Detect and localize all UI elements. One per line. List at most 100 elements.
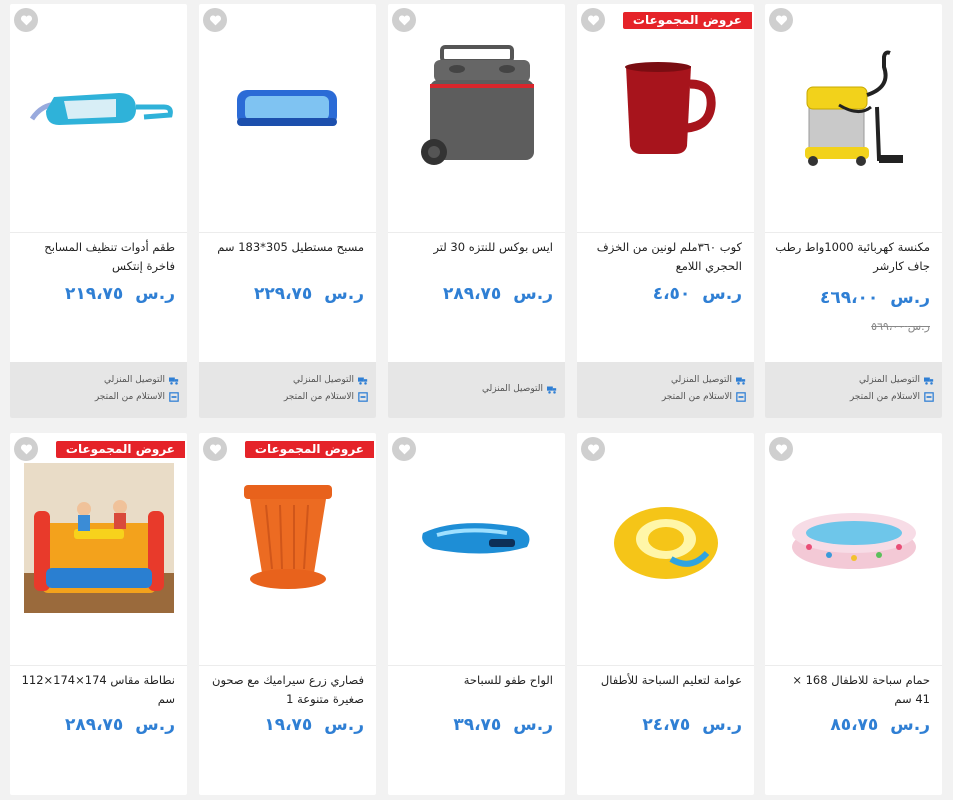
product-image[interactable] [388,4,565,214]
product-title[interactable]: عوامة لتعليم السباحة للأطفال [587,671,742,690]
fulfillment-options: التوصيل المنزلي الاستلام من المتجر [765,362,942,418]
truck-icon [358,377,368,385]
product-card[interactable]: مكنسة كهربائية 1000واط رطب جاف كارشر ر.س… [765,4,942,418]
product-title[interactable]: مكنسة كهربائية 1000واط رطب جاف كارشر [775,238,930,276]
favorite-heart-icon[interactable] [392,437,416,461]
price-value: ٢٨٩،٧٥ [442,284,502,304]
currency: ر.س [890,288,930,308]
float-board-icon [421,523,529,554]
store-pickup-option: الاستلام من المتجر [95,392,179,402]
home-delivery-label: التوصيل المنزلي [670,375,732,385]
product-title[interactable]: ايس بوكس للنتزه 30 لتر [398,238,553,257]
product-price: ر.س ٤٦٩،٠٠ [775,288,930,308]
vacuum-cleaner-icon [804,50,903,166]
home-delivery-option: التوصيل المنزلي [293,375,368,385]
product-title[interactable]: الواح طفو للسباحة [398,671,553,690]
product-title[interactable]: طقم أدوات تنظيف المسابح فاخرة إنتكس [20,238,175,276]
currency: ر.س [907,320,930,333]
product-image[interactable] [388,433,565,643]
product-card[interactable]: مسبح مستطيل 305*183 سم ر.س ٢٢٩،٧٥ التوصيل… [199,4,376,418]
bounce-house-icon [23,463,174,613]
currency: ر.س [135,715,175,735]
product-image[interactable] [10,4,187,214]
product-card[interactable]: الواح طفو للسباحة ر.س ٣٩،٧٥ [388,433,565,795]
product-grid: مكنسة كهربائية 1000واط رطب جاف كارشر ر.س… [0,0,953,800]
truck-icon [169,377,179,385]
store-pickup-option: الاستلام من المتجر [662,392,746,402]
group-offer-badge: عروض المجموعات [244,441,374,458]
pool-icon [236,90,337,126]
product-image[interactable] [199,4,376,214]
store-pickup-option: الاستلام من المتجر [284,392,368,402]
flower-pot-icon [243,484,332,589]
product-price: ر.س ٨٥،٧٥ [775,715,930,735]
product-title[interactable]: فصاري زرع سيراميك مع صحون صغيرة متنوعة 1 [209,671,364,709]
group-offer-badge: عروض المجموعات [622,12,752,29]
currency: ر.س [702,715,742,735]
product-old-price: ر.س ٥٦٩،٠٠ [775,320,930,333]
product-title[interactable]: حمام سباحة للاطفال 168 × 41 سم [775,671,930,709]
favorite-heart-icon[interactable] [581,8,605,32]
product-card[interactable]: عروض المجموعات فصاري زرع سيراميك مع صحون… [199,433,376,795]
product-image[interactable] [765,433,942,643]
favorite-heart-icon[interactable] [14,437,38,461]
home-delivery-label: التوصيل المنزلي [481,384,543,394]
product-image[interactable] [577,433,754,643]
product-price: ر.س ٣٩،٧٥ [398,715,553,735]
product-price: ر.س ٢٤،٧٥ [587,715,742,735]
home-delivery-label: التوصيل المنزلي [292,375,354,385]
price-value: ٢١٩،٧٥ [64,284,124,304]
price-value: ٨٥،٧٥ [830,715,879,735]
fulfillment-options: التوصيل المنزلي [388,362,565,418]
store-icon [358,392,368,402]
product-card[interactable]: حمام سباحة للاطفال 168 × 41 سم ر.س ٨٥،٧٥ [765,433,942,795]
product-card[interactable]: عروض المجموعات كوب ٣٦٠ملم لونين من الخزف… [577,4,754,418]
store-pickup-label: الاستلام من المتجر [94,392,165,402]
fulfillment-options: التوصيل المنزلي الاستلام من المتجر [199,362,376,418]
home-delivery-label: التوصيل المنزلي [103,375,165,385]
fulfillment-options: التوصيل المنزلي الاستلام من المتجر [577,362,754,418]
product-title[interactable]: كوب ٣٦٠ملم لونين من الخزف الحجري اللامع [587,238,742,276]
product-image[interactable] [765,4,942,214]
product-card[interactable]: طقم أدوات تنظيف المسابح فاخرة إنتكس ر.س ٢… [10,4,187,418]
group-offer-badge: عروض المجموعات [55,441,185,458]
store-pickup-option: الاستلام من المتجر [850,392,934,402]
truck-icon [547,386,557,394]
favorite-heart-icon[interactable] [581,437,605,461]
home-delivery-option: التوصيل المنزلي [104,375,179,385]
mug-icon [624,62,716,154]
favorite-heart-icon[interactable] [14,8,38,32]
favorite-heart-icon[interactable] [203,8,227,32]
favorite-heart-icon[interactable] [769,8,793,32]
product-title[interactable]: مسبح مستطيل 305*183 سم [209,238,364,257]
product-price: ر.س ٢١٩،٧٥ [20,284,175,304]
product-price: ر.س ٢٢٩،٧٥ [209,284,364,304]
home-delivery-option: التوصيل المنزلي [482,384,557,394]
product-image[interactable] [199,433,376,643]
store-icon [736,392,746,402]
store-pickup-label: الاستلام من المتجر [849,392,920,402]
currency: ر.س [324,715,364,735]
currency: ر.س [702,284,742,304]
cooler-box-icon [420,44,534,165]
product-price: ر.س ٢٨٩،٧٥ [20,715,175,735]
fulfillment-options: التوصيل المنزلي الاستلام من المتجر [10,362,187,418]
product-image[interactable] [10,433,187,643]
price-value: ٣٩،٧٥ [453,715,502,735]
favorite-heart-icon[interactable] [769,437,793,461]
price-value: ٢٢٩،٧٥ [253,284,313,304]
currency: ر.س [513,284,553,304]
store-icon [924,392,934,402]
product-title[interactable]: نطاطة مقاس 174×174×112 سم [20,671,175,709]
price-value: ٤٦٩،٠٠ [819,288,879,308]
price-value: ١٩،٧٥ [264,715,313,735]
pool-vacuum-icon [29,93,173,125]
product-card[interactable]: عروض المجموعات نطاطة مقاس 174×174×112 سم… [10,433,187,795]
product-image[interactable] [577,4,754,214]
home-delivery-option: التوصيل المنزلي [859,375,934,385]
favorite-heart-icon[interactable] [392,8,416,32]
favorite-heart-icon[interactable] [203,437,227,461]
product-card[interactable]: عوامة لتعليم السباحة للأطفال ر.س ٢٤،٧٥ [577,433,754,795]
product-card[interactable]: ايس بوكس للنتزه 30 لتر ر.س ٢٨٩،٧٥ التوصيل… [388,4,565,418]
store-pickup-label: الاستلام من المتجر [661,392,732,402]
